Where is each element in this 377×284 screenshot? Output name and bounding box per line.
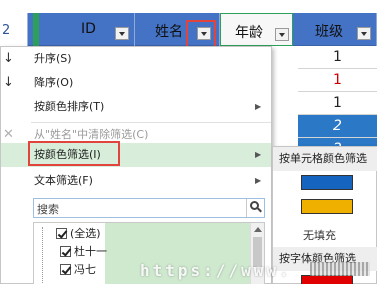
cell[interactable]: 1 <box>298 46 377 69</box>
cell[interactable]: 2 <box>298 115 377 138</box>
watermark: https://www. <box>140 261 292 280</box>
search-button[interactable] <box>246 199 264 217</box>
checkbox-checked-icon[interactable] <box>56 228 67 239</box>
cell[interactable]: 1 <box>298 69 377 92</box>
menu-highlight-box <box>28 141 120 166</box>
header-cell-id[interactable]: ID <box>39 13 135 46</box>
menu-item-text-filter[interactable]: 文本筛选(F) ▶ <box>1 169 271 193</box>
menu-label: 升序(S) <box>34 52 72 65</box>
row-header: 2 <box>0 13 28 46</box>
filter-dropdown-age[interactable] <box>275 28 289 41</box>
filter-dropdown-class[interactable] <box>357 27 371 40</box>
header-label-age: 年龄 <box>235 25 263 41</box>
no-fill-option[interactable]: 无填充 <box>303 227 336 243</box>
header-label-id: ID <box>81 21 96 37</box>
menu-item-sort-desc[interactable]: ↓ 降序(O) <box>1 71 271 95</box>
submenu-arrow-icon: ▶ <box>255 176 262 185</box>
checkbox-checked-icon[interactable] <box>60 246 71 257</box>
menu-label: 降序(O) <box>34 76 74 89</box>
color-swatch-blue[interactable] <box>301 175 353 190</box>
header-cell-age[interactable]: 年龄 <box>220 13 293 46</box>
color-swatch-red[interactable] <box>301 275 353 284</box>
color-swatch-orange[interactable] <box>301 199 353 214</box>
filter-dropdown-id[interactable] <box>115 27 129 40</box>
sort-asc-icon: ↓ <box>3 51 14 66</box>
menu-item-sort-by-color[interactable]: 按颜色排序(T) ▶ <box>1 95 271 119</box>
scroll-up-icon[interactable] <box>254 227 262 232</box>
list-item-label: 冯七 <box>74 263 96 276</box>
tree-line <box>42 227 43 283</box>
cell[interactable]: 1 <box>298 92 377 115</box>
header-label-class: 班级 <box>315 24 343 40</box>
list-item-label: 杜十一 <box>74 245 107 258</box>
watermark-strip <box>310 262 370 276</box>
checkbox-checked-icon[interactable] <box>60 264 71 275</box>
menu-item-sort-asc[interactable]: ↓ 升序(S) <box>1 47 271 71</box>
list-item-label: (全选) <box>70 227 101 240</box>
search-icon-handle <box>257 207 262 213</box>
search-placeholder: 搜索 <box>37 203 59 216</box>
submenu-header-cell-color: 按单元格颜色筛选 <box>273 147 377 171</box>
menu-label: 文本筛选(F) <box>34 174 93 187</box>
submenu-arrow-icon: ▶ <box>255 150 262 159</box>
sort-desc-icon: ↓ <box>3 75 14 90</box>
row-number: 2 <box>2 23 11 38</box>
menu-label: 按颜色排序(T) <box>34 100 105 113</box>
submenu-arrow-icon: ▶ <box>255 102 262 111</box>
header-cell-class[interactable]: 班级 <box>293 13 377 46</box>
header-label-name: 姓名 <box>155 24 183 40</box>
search-input[interactable]: 搜索 <box>33 198 265 218</box>
